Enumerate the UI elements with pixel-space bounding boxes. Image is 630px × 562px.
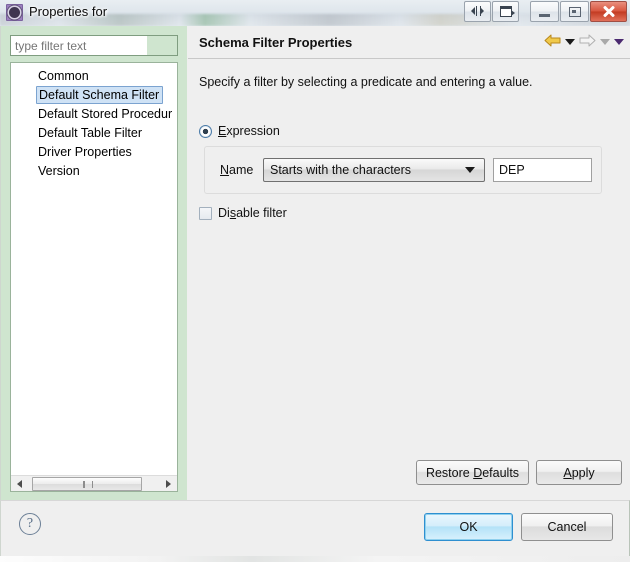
disable-filter-row[interactable]: Disable filter (199, 206, 287, 220)
tree-horizontal-scrollbar[interactable] (11, 475, 177, 491)
maximize-button[interactable] (560, 1, 589, 22)
sidebar-item-default-stored-procedure-filter[interactable]: Default Stored Procedur (11, 105, 177, 124)
gear-icon (6, 4, 23, 21)
disable-filter-checkbox[interactable] (199, 206, 212, 220)
panel-nav-tools (544, 33, 624, 48)
content-panel: Schema Filter Properties Specify a filte… (188, 26, 630, 500)
properties-dialog: Properties for Common Default (0, 0, 630, 562)
close-button[interactable] (590, 1, 627, 22)
restore-defaults-label: Restore Defaults (425, 465, 520, 480)
settings-tree[interactable]: Common Default Schema Filter Default Sto… (10, 62, 178, 492)
desktop-background-strip (0, 556, 630, 562)
minimize-button[interactable] (530, 1, 559, 22)
back-history-chevron-down-icon[interactable] (565, 38, 575, 45)
predicate-selected-value: Starts with the characters (270, 163, 412, 177)
name-label: Name (220, 163, 254, 177)
restore-view-button[interactable] (464, 1, 491, 22)
apply-button[interactable]: Apply (536, 460, 622, 485)
sidebar: Common Default Schema Filter Default Sto… (1, 26, 187, 500)
arrow-back-icon[interactable] (544, 33, 561, 48)
expression-radio[interactable] (199, 124, 212, 138)
panel-description: Specify a filter by selecting a predicat… (199, 75, 533, 89)
window-title: Properties for (29, 4, 108, 19)
filter-expression-group: Name Starts with the characters (204, 146, 602, 194)
expression-label: Expression (218, 124, 280, 138)
close-icon (602, 5, 615, 18)
view-menu-chevron-down-icon[interactable] (614, 38, 624, 45)
panel-header: Schema Filter Properties (188, 26, 630, 59)
chevron-down-icon (465, 167, 475, 173)
expression-radio-row[interactable]: Expression (199, 124, 280, 138)
maximize-icon (568, 6, 581, 17)
apply-label: Apply (563, 465, 595, 480)
scrollbar-thumb[interactable] (32, 477, 142, 491)
settings-tree-list: Common Default Schema Filter Default Sto… (11, 67, 177, 181)
ok-button[interactable]: OK (424, 513, 513, 541)
detach-icon (499, 6, 515, 17)
forward-history-chevron-down-icon (600, 38, 610, 45)
disable-filter-label: Disable filter (218, 206, 287, 220)
sidebar-item-driver-properties[interactable]: Driver Properties (11, 143, 177, 162)
help-icon[interactable]: ? (19, 513, 41, 535)
predicate-dropdown[interactable]: Starts with the characters (263, 158, 485, 182)
title-bar: Properties for (0, 0, 630, 26)
sidebar-item-default-schema-filter[interactable]: Default Schema Filter (36, 86, 164, 104)
scroll-right-icon[interactable] (161, 476, 176, 491)
arrow-forward-icon (579, 33, 596, 48)
restore-view-icon (471, 6, 484, 17)
minimize-icon (539, 13, 550, 17)
filter-value-input[interactable] (493, 158, 592, 182)
cancel-button[interactable]: Cancel (521, 513, 613, 541)
scroll-left-icon[interactable] (12, 476, 27, 491)
filter-input[interactable] (10, 35, 178, 56)
dialog-body: Common Default Schema Filter Default Sto… (0, 26, 630, 500)
sidebar-item-default-table-filter[interactable]: Default Table Filter (11, 124, 177, 143)
detach-view-button[interactable] (492, 1, 519, 22)
sidebar-item-common[interactable]: Common (11, 67, 177, 86)
restore-defaults-button[interactable]: Restore Defaults (416, 460, 529, 485)
page-title: Schema Filter Properties (199, 35, 353, 50)
sidebar-item-version[interactable]: Version (11, 162, 177, 181)
